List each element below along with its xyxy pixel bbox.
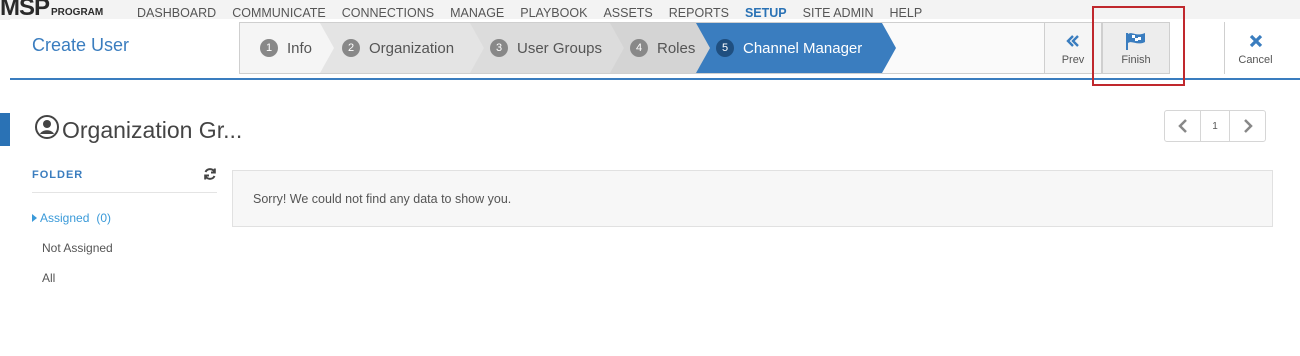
pager-current-page[interactable]: 1 — [1200, 111, 1230, 141]
step-user-groups[interactable]: 3 User Groups — [470, 23, 610, 73]
nav-communicate[interactable]: COMMUNICATE — [232, 6, 326, 20]
create-user-modal: Create User 1 Info 2 Organization 3 User… — [10, 6, 1300, 356]
prev-label: Prev — [1061, 54, 1085, 66]
empty-results-panel: Sorry! We could not find any data to sho… — [232, 170, 1273, 227]
step-number: 4 — [630, 39, 648, 57]
nav-setup[interactable]: SETUP — [745, 6, 787, 20]
step-arrow — [610, 23, 624, 73]
chevron-left-icon — [1177, 119, 1187, 133]
step-label: User Groups — [517, 39, 603, 57]
nav-playbook[interactable]: PLAYBOOK — [520, 6, 587, 20]
nav-dashboard[interactable]: DASHBOARD — [137, 6, 216, 20]
step-number: 2 — [342, 39, 360, 57]
nav-assets[interactable]: ASSETS — [603, 6, 652, 20]
modal-header: Create User 1 Info 2 Organization 3 User… — [10, 6, 1300, 86]
cancel-label: Cancel — [1238, 54, 1273, 66]
user-circle-icon — [34, 114, 62, 146]
section-title: Organization Gr... — [34, 114, 242, 146]
step-label: Channel Manager — [743, 39, 863, 57]
pagination: 1 — [1164, 110, 1266, 142]
step-arrow — [882, 23, 896, 73]
modal-title: Create User — [32, 35, 130, 55]
step-label: Info — [287, 39, 313, 57]
nav-site-admin[interactable]: SITE ADMIN — [803, 6, 874, 20]
folder-item-assigned[interactable]: Assigned (0) — [32, 211, 111, 225]
step-arrow — [320, 23, 334, 73]
pager-next-button[interactable] — [1230, 111, 1265, 141]
app-logo: MSP PROGRAM — [0, 0, 103, 20]
nav-help[interactable]: HELP — [890, 6, 923, 20]
background-sidebar-accent — [0, 113, 10, 146]
nav-reports[interactable]: REPORTS — [669, 6, 729, 20]
section-title-text: Organization Gr... — [62, 116, 243, 143]
close-icon — [1248, 30, 1264, 52]
step-arrow — [470, 23, 484, 73]
folder-heading: FOLDER — [32, 169, 84, 181]
step-roles[interactable]: 4 Roles — [610, 23, 710, 73]
refresh-icon[interactable] — [203, 167, 217, 186]
step-number: 3 — [490, 39, 508, 57]
folder-item-not-assigned[interactable]: Not Assigned — [42, 241, 113, 255]
folder-divider — [32, 192, 217, 193]
chevron-right-icon — [1243, 119, 1253, 133]
step-label: Roles — [657, 39, 696, 57]
cancel-button[interactable]: Cancel — [1224, 22, 1286, 74]
nav-connections[interactable]: CONNECTIONS — [342, 6, 434, 20]
finish-highlight-box — [1092, 6, 1185, 86]
step-channel-manager[interactable]: 5 Channel Manager — [696, 23, 882, 73]
folder-item-label: Assigned — [40, 211, 90, 225]
empty-message: Sorry! We could not find any data to sho… — [253, 191, 512, 206]
step-number: 1 — [260, 39, 278, 57]
step-label: Organization — [369, 39, 455, 57]
step-info[interactable]: 1 Info — [240, 23, 320, 73]
double-chevron-left-icon — [1066, 30, 1080, 52]
nav-manage[interactable]: MANAGE — [450, 6, 504, 20]
folder-item-count: (0) — [96, 211, 112, 225]
wizard-steps: 1 Info 2 Organization 3 User Groups 4 Ro… — [239, 22, 1054, 74]
step-number: 5 — [716, 39, 734, 57]
logo-text: MSP — [0, 0, 50, 21]
step-organization[interactable]: 2 Organization — [320, 23, 470, 73]
pager-prev-button[interactable] — [1165, 111, 1200, 141]
step-arrow — [696, 23, 710, 73]
folder-item-all[interactable]: All — [42, 271, 55, 285]
caret-right-icon — [32, 214, 37, 222]
background-nav: DASHBOARD COMMUNICATE CONNECTIONS MANAGE… — [137, 6, 938, 20]
logo-subtext: PROGRAM — [51, 7, 104, 18]
